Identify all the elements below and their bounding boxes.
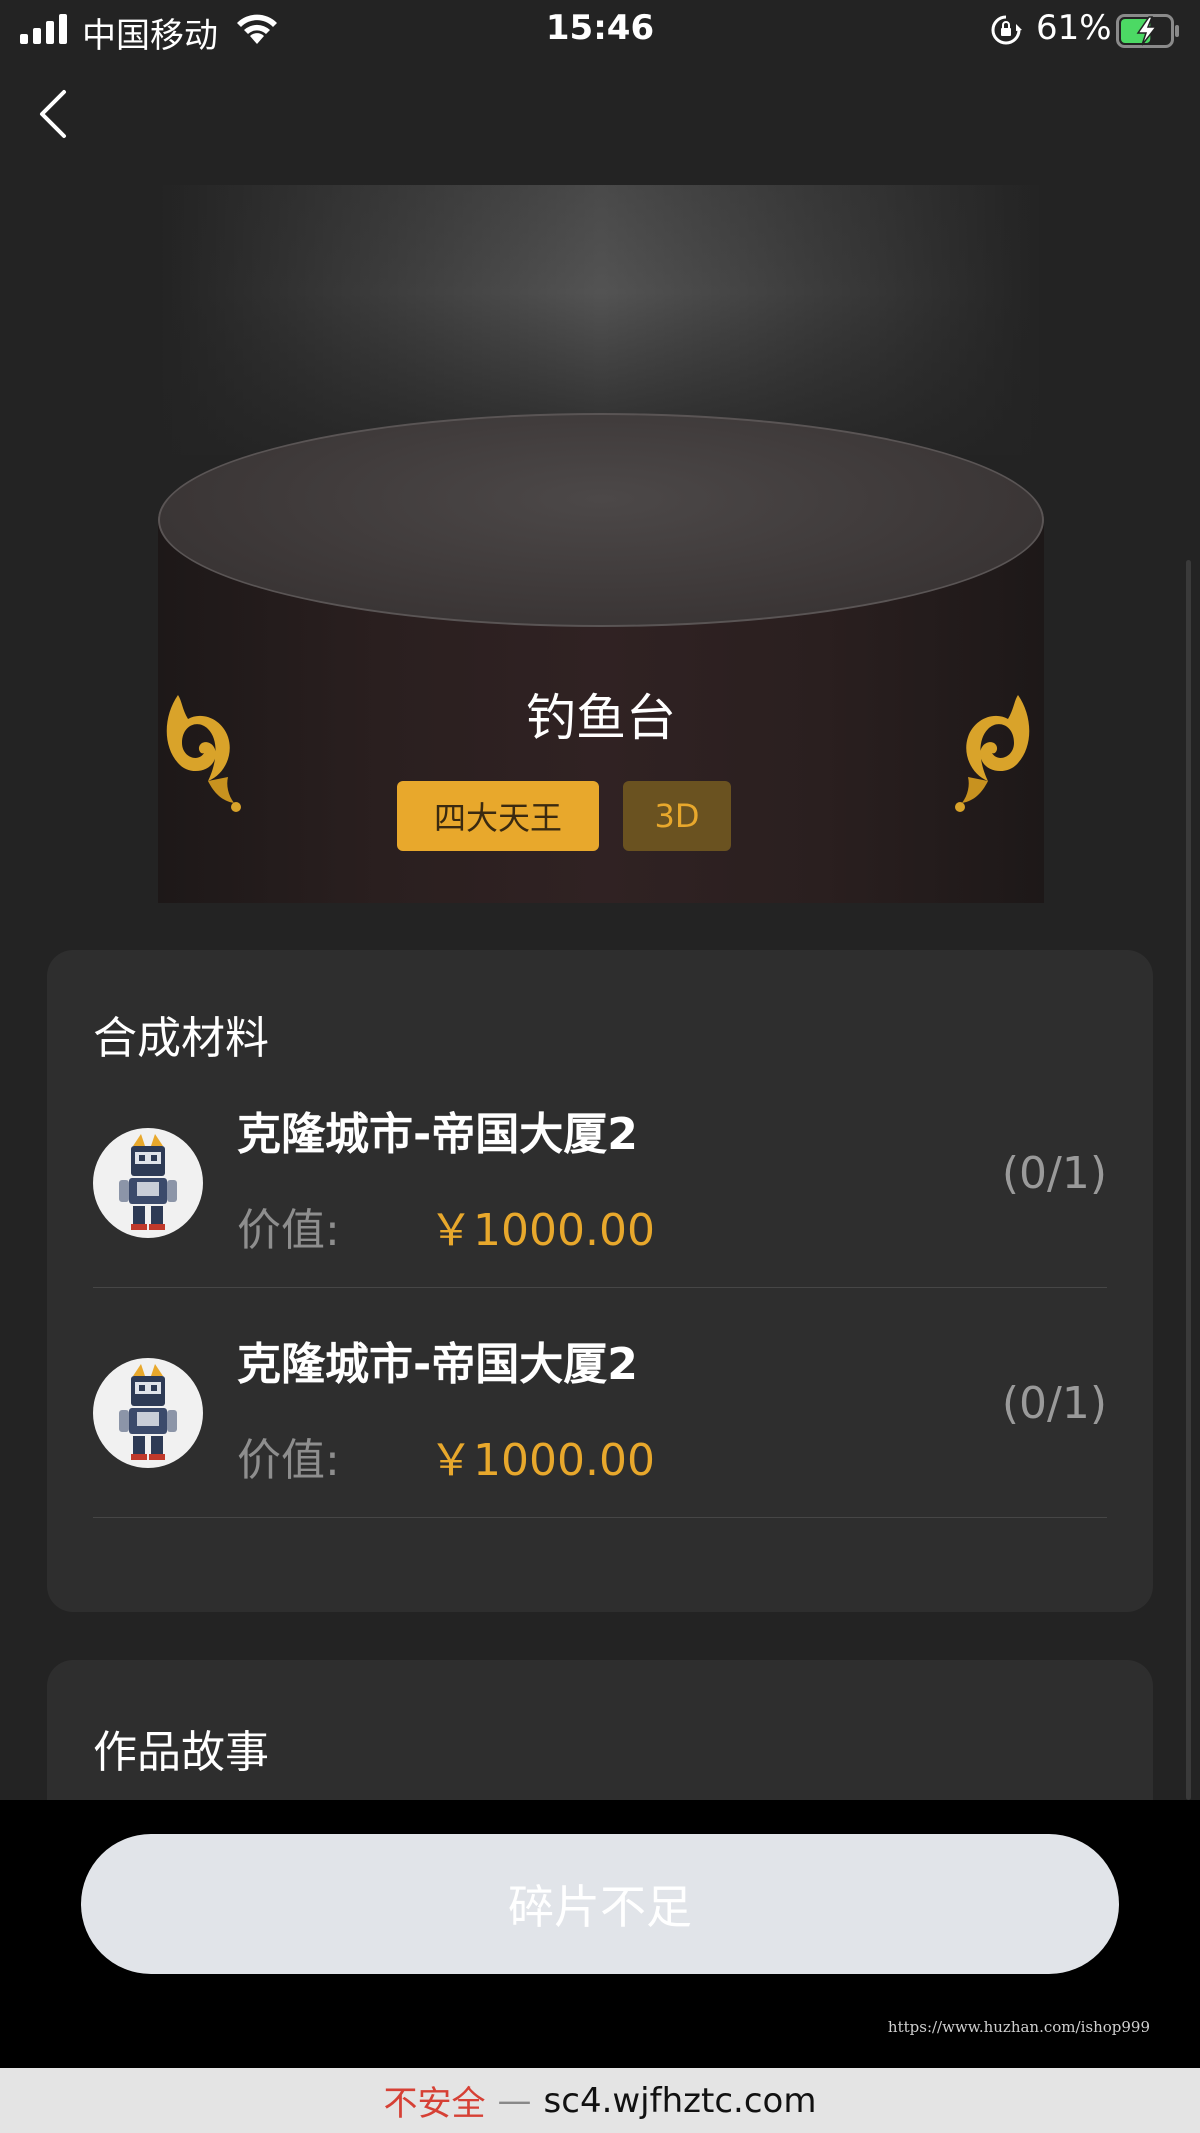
- pedestal-top: [158, 413, 1044, 627]
- material-count: (0/1): [1001, 1148, 1107, 1199]
- material-value-label: 价值:: [237, 1205, 340, 1256]
- story-card: 作品故事: [47, 1660, 1153, 1800]
- material-thumbnail: [93, 1128, 203, 1238]
- material-row[interactable]: 克隆城市-帝国大厦2 价值: ￥1000.00 (0/1): [93, 1058, 1107, 1288]
- rotation-lock-icon: [991, 15, 1022, 45]
- security-indicator: 不安全: [383, 2084, 486, 2124]
- browser-url-bar[interactable]: 不安全 — sc4.wjfhztc.com: [0, 2068, 1200, 2133]
- material-thumbnail: [93, 1358, 203, 1468]
- battery-charging-icon: [1116, 14, 1179, 48]
- series-tag: 四大天王: [397, 781, 599, 851]
- robot-figure-icon: [119, 1134, 177, 1230]
- material-name: 克隆城市-帝国大厦2: [237, 1109, 638, 1160]
- bottom-action-bar: 碎片不足 https://www.huzhan.com/ishop999: [0, 1800, 1200, 2068]
- synthesize-button[interactable]: 碎片不足: [81, 1834, 1119, 1974]
- materials-card: 合成材料 克隆城市-帝国大厦2 价值: ￥1000.00 (0/1) 克隆城市-…: [47, 950, 1153, 1612]
- material-value-label: 价值:: [237, 1435, 340, 1486]
- hero-showcase: 钓鱼台 四大天王 3D: [158, 185, 1044, 903]
- material-name: 克隆城市-帝国大厦2: [237, 1339, 638, 1390]
- robot-figure-icon: [119, 1364, 177, 1460]
- url-domain: sc4.wjfhztc.com: [543, 2080, 817, 2121]
- url-separator: —: [497, 2080, 532, 2121]
- materials-heading: 合成材料: [93, 1013, 269, 1064]
- material-count: (0/1): [1001, 1378, 1107, 1429]
- back-button[interactable]: [34, 86, 74, 142]
- story-heading: 作品故事: [93, 1727, 269, 1778]
- status-bar: 中国移动 15:46 61%: [0, 0, 1200, 62]
- watermark: https://www.huzhan.com/ishop999: [887, 2018, 1150, 2036]
- item-title: 钓鱼台: [526, 689, 676, 747]
- material-value: ￥1000.00: [429, 1205, 655, 1256]
- material-value: ￥1000.00: [429, 1435, 655, 1486]
- material-row[interactable]: 克隆城市-帝国大厦2 价值: ￥1000.00 (0/1): [93, 1288, 1107, 1518]
- type-tag: 3D: [623, 781, 731, 851]
- scrollbar[interactable]: [1186, 560, 1191, 1800]
- battery-percent: 61%: [1036, 8, 1112, 48]
